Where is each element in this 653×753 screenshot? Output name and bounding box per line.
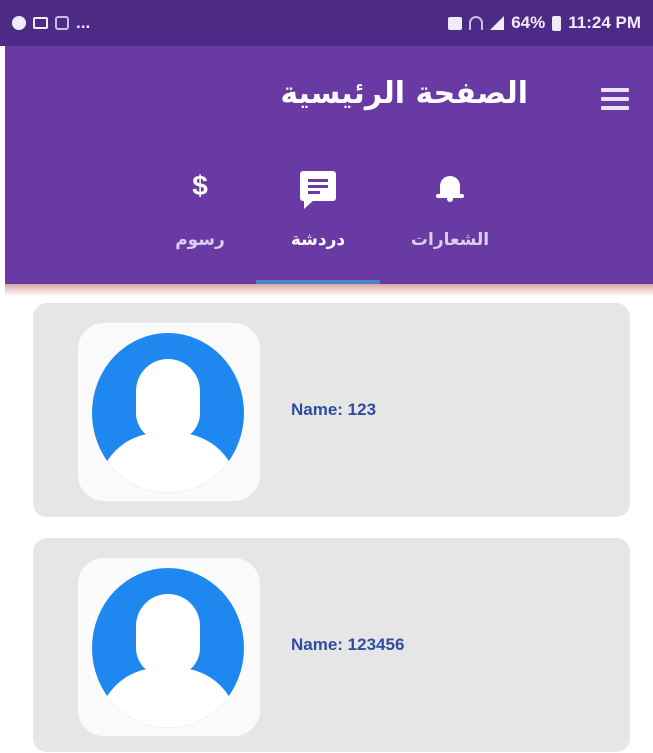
cast-icon xyxy=(448,16,463,30)
avatar xyxy=(78,323,260,501)
page-title: الصفحة الرئيسية xyxy=(280,76,528,111)
image-notification-icon xyxy=(33,17,48,29)
tab-chat[interactable]: دردشة xyxy=(256,156,380,284)
battery-icon xyxy=(552,15,562,31)
default-user-avatar-icon xyxy=(92,333,244,493)
status-bar-notifications: ... xyxy=(12,13,90,33)
app-notification-icon xyxy=(55,16,69,30)
hamburger-menu-icon[interactable] xyxy=(601,88,629,110)
app-bar: الصفحة الرئيسية $ رسوم دردشة الشعارات xyxy=(5,46,653,284)
avatar xyxy=(78,558,260,736)
signal-icon xyxy=(490,16,505,30)
bell-icon xyxy=(436,172,464,202)
tab-notifications[interactable]: الشعارات xyxy=(395,156,505,284)
notification-dot-icon xyxy=(12,16,26,30)
battery-percent: 64% xyxy=(511,13,546,32)
wifi-icon xyxy=(469,16,484,30)
dollar-icon: $ xyxy=(192,170,208,201)
status-bar-system: 64% 11:24 PM xyxy=(448,13,641,33)
tab-chat-label: دردشة xyxy=(290,230,346,250)
tab-notifications-label: الشعارات xyxy=(410,230,490,250)
user-card[interactable]: Name: 123456 xyxy=(33,538,630,752)
more-notifications-text: ... xyxy=(76,13,91,32)
chat-icon xyxy=(300,171,336,209)
tab-fees[interactable]: $ رسوم xyxy=(145,156,255,284)
user-card[interactable]: Name: 123 xyxy=(33,303,630,517)
status-bar: ... 64% 11:24 PM xyxy=(0,0,653,46)
user-name: Name: 123456 xyxy=(291,635,405,654)
app-bar-shadow xyxy=(5,284,653,296)
default-user-avatar-icon xyxy=(92,568,244,728)
user-name: Name: 123 xyxy=(291,400,377,419)
tab-fees-label: رسوم xyxy=(175,230,225,250)
clock: 11:24 PM xyxy=(568,13,641,32)
